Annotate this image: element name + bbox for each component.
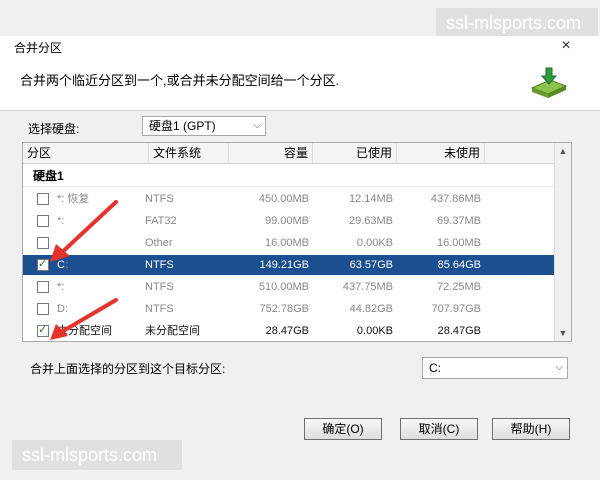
ok-button[interactable]: 确定(O) [304,418,382,440]
cell-capacity: 28.47GB [265,325,309,337]
vertical-scrollbar[interactable]: ▲ ▼ [554,143,571,341]
row-checkbox[interactable] [37,281,49,293]
merge-partition-dialog: ssl-mlsports.com 合并分区 × 合并两个临近分区到一个,或合并未… [0,0,600,480]
disk-select-dropdown[interactable]: 硬盘1 (GPT) ⌵ [142,116,266,136]
cell-capacity: 450.00MB [258,193,309,205]
help-button[interactable]: 帮助(H) [492,418,570,440]
column-header-partition[interactable]: 分区 [23,143,149,163]
cell-used: 29.63MB [348,215,393,227]
watermark-bottom: ssl-mlsports.com [12,440,182,470]
cell-filesystem: Other [145,237,173,249]
annotation-arrow-1 [50,200,118,262]
cell-filesystem: NTFS [145,193,174,205]
cell-used: 12.14MB [348,193,393,205]
scroll-down-icon[interactable]: ▼ [555,325,571,341]
group-divider [23,186,557,187]
cell-free: 28.47GB [437,325,481,337]
chevron-down-icon: ⌵ [253,120,261,131]
cell-free: 16.00MB [436,237,481,249]
cell-free: 72.25MB [436,281,481,293]
cell-filesystem: NTFS [145,259,174,271]
merge-disk-icon [530,67,568,98]
annotation-arrow-2 [50,298,118,340]
target-partition-label: 合并上面选择的分区到这个目标分区: [30,362,226,376]
chevron-down-icon: ⌵ [555,362,563,373]
cell-used: 437.75MB [342,281,393,293]
cell-capacity: 16.00MB [264,237,309,249]
cell-used: 0.00KB [356,237,393,249]
cell-capacity: 510.00MB [258,281,309,293]
target-partition-dropdown[interactable]: C: ⌵ [422,357,568,379]
column-header-used[interactable]: 已使用 [313,143,397,163]
disk-select-label: 选择硬盘: [28,122,80,136]
cell-capacity: 99.00MB [264,215,309,227]
cell-filesystem: FAT32 [145,215,177,227]
cell-filesystem: 未分配空间 [145,325,200,337]
column-header-capacity[interactable]: 容量 [229,143,313,163]
cell-free: 707.97GB [431,303,481,315]
cell-used: 63.57GB [349,259,393,271]
cell-free: 437.86MB [430,193,481,205]
cell-filesystem: NTFS [145,281,174,293]
dialog-title: 合并分区 [14,41,63,55]
table-header: 分区 文件系统 容量 已使用 未使用 [23,143,557,164]
cell-used: 0.00KB [356,325,393,337]
disk-select-value: 硬盘1 (GPT) [149,119,216,133]
cancel-button[interactable]: 取消(C) [400,418,478,440]
disk-group-label: 硬盘1 [33,169,64,183]
cell-free: 69.37MB [436,215,481,227]
column-header-free[interactable]: 未使用 [397,143,485,163]
cell-capacity: 752.78GB [259,303,309,315]
watermark-top: ssl-mlsports.com [436,8,598,38]
target-partition-value: C: [429,361,441,375]
title-bar [0,36,600,58]
column-header-filesystem[interactable]: 文件系统 [149,143,229,163]
cell-used: 44.82GB [349,303,393,315]
dialog-description: 合并两个临近分区到一个,或合并未分配空间给一个分区. [20,73,340,88]
cell-capacity: 149.21GB [259,259,309,271]
cell-filesystem: NTFS [145,303,174,315]
scroll-up-icon[interactable]: ▲ [555,143,571,159]
cell-free: 85.64GB [437,259,481,271]
close-button[interactable]: × [556,36,576,56]
